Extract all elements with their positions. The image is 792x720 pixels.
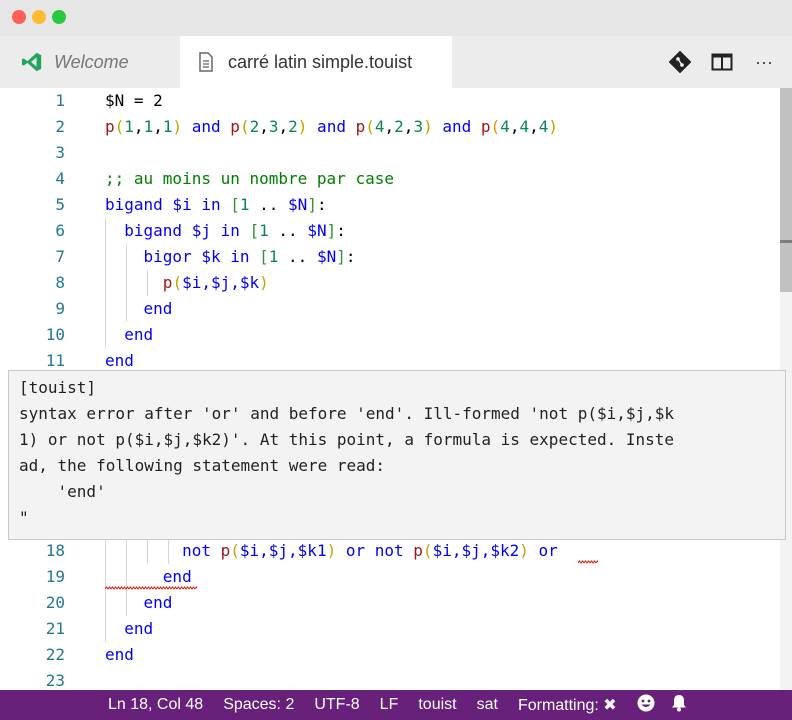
line-number: 6 — [55, 221, 65, 240]
maximize-window-button[interactable] — [52, 10, 66, 24]
code-text: not p($i,$j,$k1) or not p($i,$j,$k2) or — [105, 541, 558, 560]
title-bar — [0, 0, 792, 36]
status-cursor-position[interactable]: Ln 18, Col 48 — [108, 696, 203, 714]
code-text: end — [105, 619, 154, 638]
line-number: 1 — [55, 91, 65, 110]
scrollbar-marker — [780, 240, 792, 243]
hover-line: " — [19, 508, 29, 527]
split-editor-icon[interactable] — [708, 48, 736, 76]
tab-label: carré latin simple.touist — [228, 51, 413, 72]
scrollbar-thumb[interactable] — [780, 88, 792, 292]
line-number: 5 — [55, 195, 65, 214]
line-number: 10 — [45, 325, 65, 344]
line-number: 18 — [45, 541, 65, 560]
error-squiggle — [578, 560, 598, 564]
tab-label: Welcome — [54, 51, 129, 72]
smiley-feedback-icon[interactable] — [637, 694, 655, 717]
tab-welcome[interactable]: Welcome — [0, 36, 180, 88]
editor-actions: ··· — [666, 36, 792, 88]
hover-line: ad, the following statement were read: — [19, 456, 386, 475]
error-hover-tooltip: [touist] syntax error after 'or' and bef… — [8, 370, 786, 540]
status-encoding[interactable]: UTF-8 — [314, 696, 359, 714]
code-line[interactable]: 22 end — [0, 642, 780, 668]
code-text: ;; au moins un nombre par case — [105, 169, 394, 188]
code-text: bigand $i in [1 .. $N]: — [105, 195, 327, 214]
code-line[interactable]: 21 end — [0, 616, 780, 642]
code-line[interactable]: 10 end — [0, 322, 780, 348]
status-sat-mode[interactable]: sat — [477, 696, 498, 714]
code-line[interactable]: 5 bigand $i in [1 .. $N]: — [0, 192, 780, 218]
code-text: $N = 2 — [105, 91, 163, 110]
code-line[interactable]: 9 end — [0, 296, 780, 322]
line-number: 23 — [45, 671, 65, 690]
line-number: 3 — [55, 143, 65, 162]
code-line[interactable]: 1 $N = 2 — [0, 88, 780, 114]
line-number: 4 — [55, 169, 65, 188]
line-number: 7 — [55, 247, 65, 266]
tab-bar: Welcome carré latin simple.touist ··· — [0, 36, 792, 88]
close-window-button[interactable] — [12, 10, 26, 24]
code-text: end — [105, 593, 173, 612]
code-line[interactable]: 20 end — [0, 590, 780, 616]
status-formatting[interactable]: Formatting: ✖ — [518, 695, 617, 715]
error-squiggle — [105, 586, 197, 590]
status-indentation[interactable]: Spaces: 2 — [223, 696, 294, 714]
line-number: 22 — [45, 645, 65, 664]
code-line[interactable]: 4 ;; au moins un nombre par case — [0, 166, 780, 192]
hover-line: 1) or not p($i,$j,$k2)'. At this point, … — [19, 430, 675, 449]
hover-line: syntax error after 'or' and before 'end'… — [19, 404, 675, 423]
hover-line: 'end' — [19, 482, 106, 501]
code-line[interactable]: 7 bigor $k in [1 .. $N]: — [0, 244, 780, 270]
code-text: end — [105, 299, 173, 318]
git-compare-icon[interactable] — [666, 48, 694, 76]
status-language-mode[interactable]: touist — [418, 696, 456, 714]
tab-carre-latin[interactable]: carré latin simple.touist — [180, 36, 452, 88]
code-line[interactable]: 23 — [0, 668, 780, 690]
code-text: bigor $k in [1 .. $N]: — [105, 247, 356, 266]
minimize-window-button[interactable] — [32, 10, 46, 24]
code-line[interactable]: 2 p(1,1,1) and p(2,3,2) and p(4,2,3) and … — [0, 114, 780, 140]
more-icon[interactable]: ··· — [750, 48, 778, 76]
status-bar: Ln 18, Col 48 Spaces: 2 UTF-8 LF touist … — [0, 690, 792, 720]
line-number: 20 — [45, 593, 65, 612]
bell-notification-icon[interactable] — [671, 694, 687, 717]
line-number: 9 — [55, 299, 65, 318]
line-number: 8 — [55, 273, 65, 292]
code-text: end — [105, 325, 154, 344]
code-line[interactable]: 8 p($i,$j,$k) — [0, 270, 780, 296]
code-line[interactable]: 18 not p($i,$j,$k1) or not p($i,$j,$k2) … — [0, 538, 780, 564]
hover-line: [touist] — [19, 378, 97, 397]
line-number: 2 — [55, 117, 65, 136]
line-number: 21 — [45, 619, 65, 638]
status-line-ending[interactable]: LF — [380, 696, 399, 714]
line-number: 19 — [45, 567, 65, 586]
file-icon — [194, 50, 218, 74]
code-text: p($i,$j,$k) — [105, 273, 269, 292]
code-text: end — [105, 645, 134, 664]
code-line[interactable]: 3 — [0, 140, 780, 166]
code-line[interactable]: 6 bigand $j in [1 .. $N]: — [0, 218, 780, 244]
code-text: bigand $j in [1 .. $N]: — [105, 221, 346, 240]
code-text: p(1,1,1) and p(2,3,2) and p(4,2,3) and p… — [105, 117, 559, 136]
vscode-logo-icon — [20, 50, 44, 74]
